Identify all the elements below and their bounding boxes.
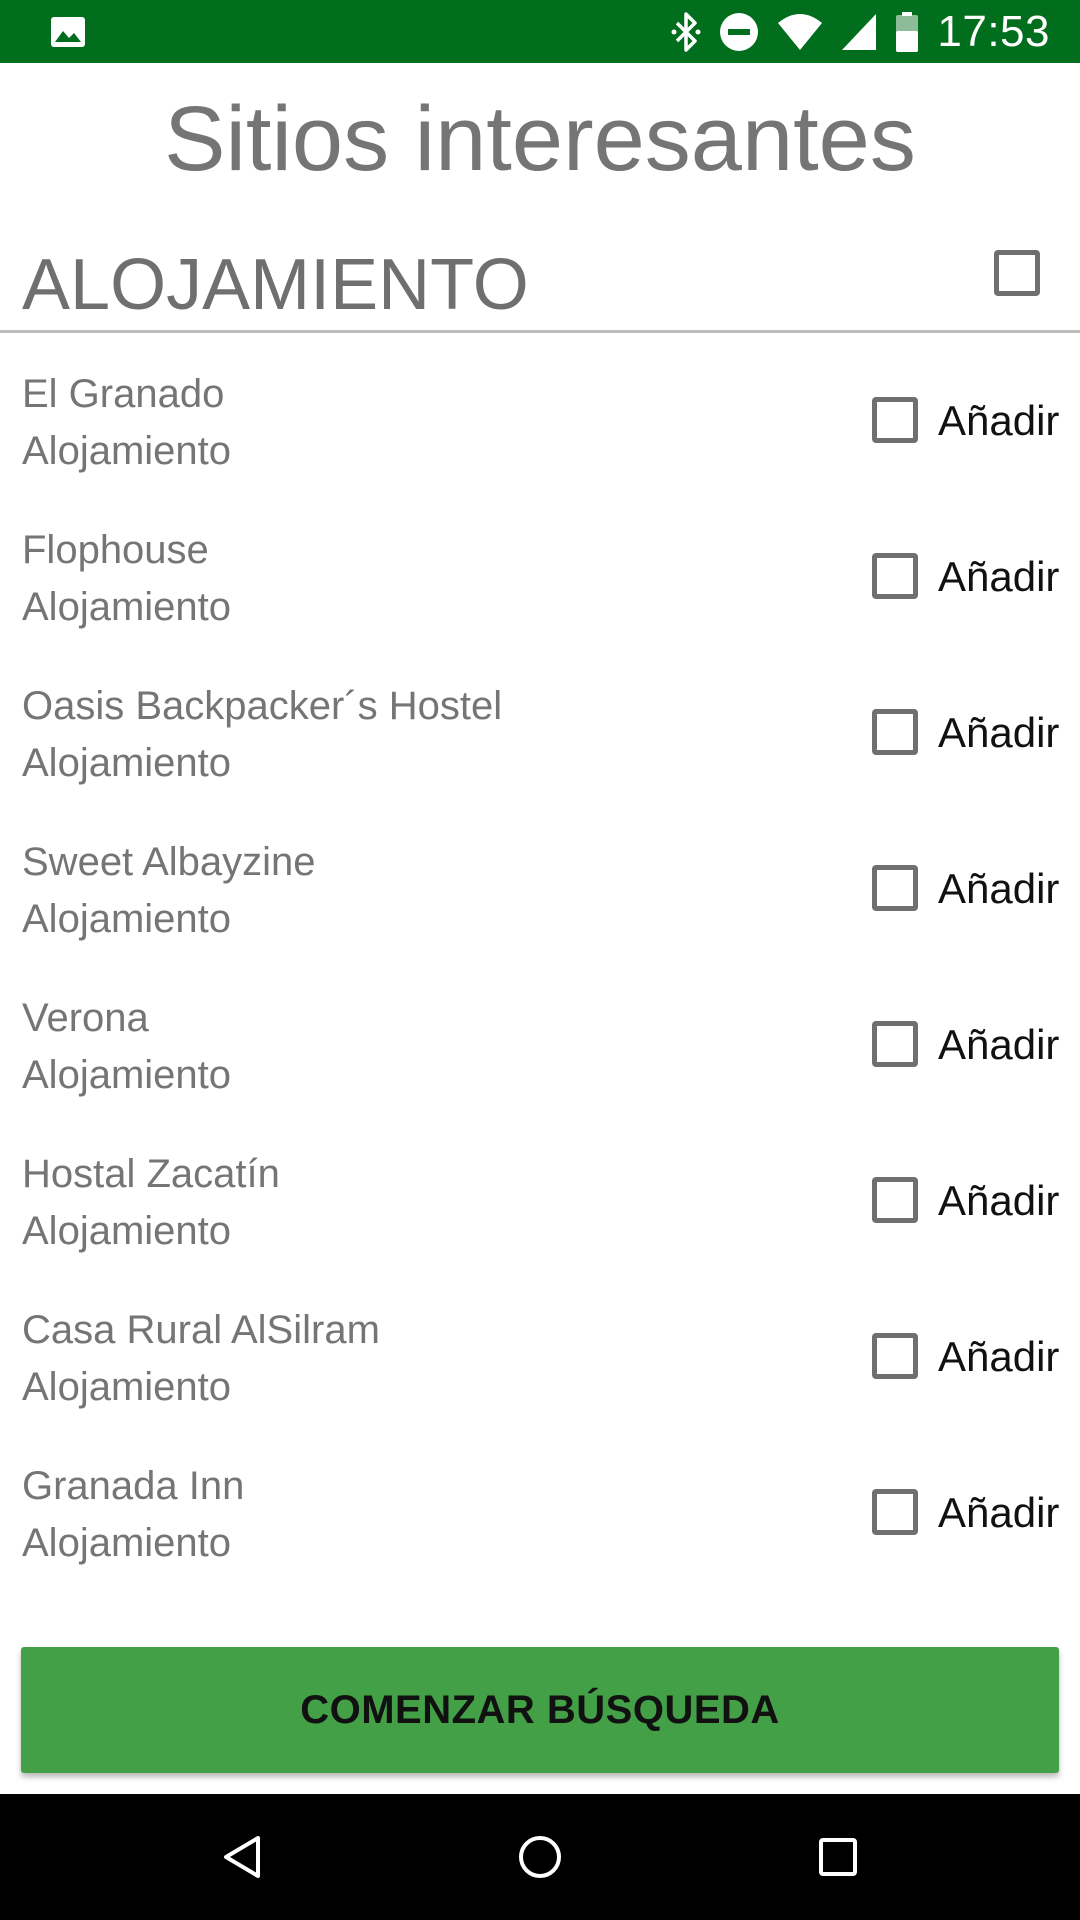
- recents-icon[interactable]: [805, 1824, 871, 1890]
- add-label[interactable]: Añadir: [938, 863, 1059, 915]
- status-time: 17:53: [937, 6, 1050, 56]
- place-type: Alojamiento: [22, 585, 232, 629]
- place-name: Flophouse: [22, 528, 209, 572]
- places-list[interactable]: El Granado Alojamiento Añadir Flophouse Aloj…: [0, 333, 1080, 1626]
- list-item: Granada Inn Alojamiento Añadir: [0, 1425, 1080, 1581]
- add-label[interactable]: Añadir: [938, 1331, 1059, 1383]
- image-icon: [50, 16, 86, 48]
- list-item: El Granado Alojamiento Añadir: [0, 333, 1080, 489]
- home-icon[interactable]: [507, 1824, 573, 1890]
- navigation-bar: [0, 1794, 1080, 1920]
- add-checkbox[interactable]: [872, 865, 918, 911]
- list-item: Oasis Backpacker´s Hostel Alojamiento Añad…: [0, 645, 1080, 801]
- add-checkbox[interactable]: [872, 397, 918, 443]
- list-item: Sweet Albayzine Alojamiento Añadir: [0, 801, 1080, 957]
- select-all-checkbox[interactable]: [994, 250, 1040, 296]
- add-checkbox[interactable]: [872, 553, 918, 599]
- bluetooth-icon: [671, 11, 701, 53]
- status-bar: 17:53: [0, 0, 1080, 63]
- section-title: ALOJAMIENTO: [22, 245, 529, 325]
- place-name: Verona: [22, 996, 149, 1040]
- battery-icon: [895, 11, 919, 53]
- add-checkbox[interactable]: [872, 1021, 918, 1067]
- place-name: Casa Rural AlSilram: [22, 1308, 380, 1352]
- add-checkbox[interactable]: [872, 709, 918, 755]
- list-item: Hostal Zacatín Alojamiento Añadir: [0, 1113, 1080, 1269]
- signal-icon: [841, 13, 877, 51]
- page-title: Sitios interesantes: [164, 88, 916, 190]
- add-checkbox[interactable]: [872, 1489, 918, 1535]
- add-label[interactable]: Añadir: [938, 551, 1059, 603]
- add-label[interactable]: Añadir: [938, 707, 1059, 759]
- place-type: Alojamiento: [22, 1365, 232, 1409]
- start-search-button[interactable]: COMENZAR BÚSQUEDA: [21, 1647, 1059, 1773]
- list-item: Flophouse Alojamiento Añadir: [0, 489, 1080, 645]
- place-name: Oasis Backpacker´s Hostel: [22, 684, 503, 728]
- add-label[interactable]: Añadir: [938, 395, 1059, 447]
- add-checkbox[interactable]: [872, 1177, 918, 1223]
- place-type: Alojamiento: [22, 429, 232, 473]
- place-type: Alojamiento: [22, 1053, 232, 1097]
- place-type: Alojamiento: [22, 897, 232, 941]
- list-item: Verona Alojamiento Añadir: [0, 957, 1080, 1113]
- place-type: Alojamiento: [22, 1521, 232, 1565]
- place-name: Granada Inn: [22, 1464, 245, 1508]
- wifi-icon: [777, 13, 823, 51]
- back-icon[interactable]: [209, 1824, 275, 1890]
- place-type: Alojamiento: [22, 1209, 232, 1253]
- add-checkbox[interactable]: [872, 1333, 918, 1379]
- place-name: Sweet Albayzine: [22, 840, 316, 884]
- add-label[interactable]: Añadir: [938, 1019, 1059, 1071]
- place-name: Hostal Zacatín: [22, 1152, 280, 1196]
- add-label[interactable]: Añadir: [938, 1487, 1059, 1539]
- place-type: Alojamiento: [22, 741, 232, 785]
- section-header: ALOJAMIENTO: [0, 232, 1080, 332]
- place-name: El Granado: [22, 372, 225, 416]
- list-item: Casa Rural AlSilram Alojamiento Añadir: [0, 1269, 1080, 1425]
- add-label[interactable]: Añadir: [938, 1175, 1059, 1227]
- do-not-disturb-icon: [719, 12, 759, 52]
